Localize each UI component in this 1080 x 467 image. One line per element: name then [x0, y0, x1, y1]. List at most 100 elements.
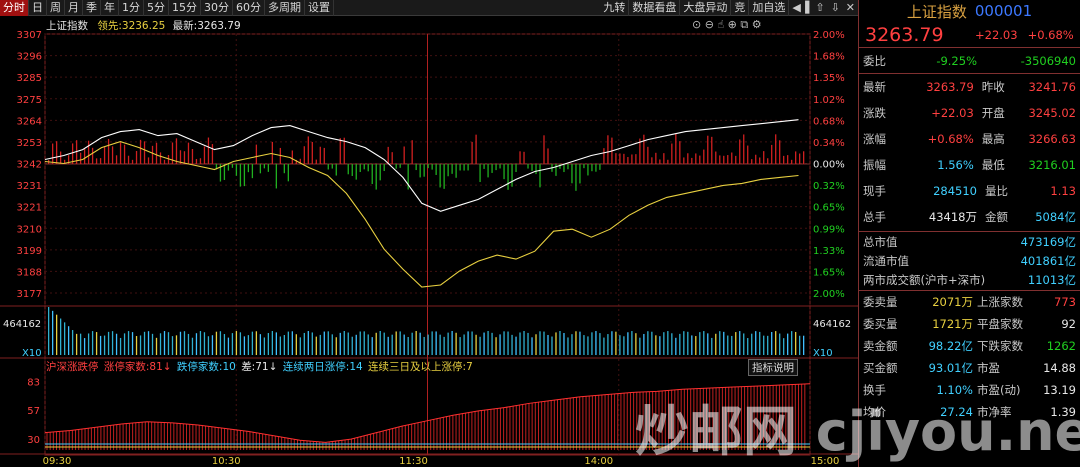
volume-bar [607, 334, 609, 355]
close-icon[interactable]: ✕ [843, 1, 858, 14]
two-day-label: 连续两日涨停: [282, 361, 350, 373]
volume-bar [787, 333, 789, 355]
breadth-bar [399, 163, 401, 168]
intraday-chart[interactable]: 3307 2.00% 3296 1.68% 3285 1.35% 3275 1.02% 3264… [0, 17, 858, 467]
quote-row: 振幅 1.56% 最低 3216.01 [859, 152, 1080, 178]
volume-bar [395, 331, 397, 355]
volume-bar [191, 337, 194, 355]
tab-year[interactable]: 年 [101, 0, 119, 16]
volume-bar [271, 331, 274, 355]
breadth-bar [455, 163, 457, 178]
auction-button[interactable]: 竞 [731, 0, 750, 16]
tab-1min[interactable]: 1分 [119, 0, 144, 16]
order-row: 卖金额 98.22亿 下跌家数 1262 [859, 335, 1080, 357]
breadth-bar [511, 163, 513, 187]
row-label: 总手 [863, 210, 886, 224]
three-day-label: 连续三日及以上涨停: [368, 361, 467, 373]
chart-settings-icon[interactable]: ⚙ [752, 18, 762, 31]
breadth-bar [635, 154, 637, 164]
volume-bar [255, 331, 258, 355]
tab-intraday[interactable]: 分时 [0, 0, 29, 16]
jiuzhuan-button[interactable]: 九转 [600, 0, 630, 16]
breadth-bar [535, 163, 537, 175]
volume-bar [571, 334, 573, 355]
breadth-bar [607, 135, 609, 164]
tab-quarter[interactable]: 季 [83, 0, 101, 16]
row-value: -9.25% [936, 53, 977, 68]
breadth-bar [411, 140, 413, 164]
breadth-bar [135, 151, 138, 164]
volume-bar [287, 331, 289, 355]
settings-button[interactable]: 设置 [305, 0, 334, 16]
volume-bar [247, 335, 250, 355]
zoom-icon[interactable]: ⊙ [692, 18, 701, 31]
volume-bar [551, 336, 553, 355]
minimize-icon[interactable]: ⊖ [705, 18, 714, 31]
tab-multi-period[interactable]: 多周期 [265, 0, 305, 16]
row-label: 买金额 [863, 361, 898, 375]
volume-bar [243, 336, 246, 355]
indicator-header: 沪深涨跌停 涨停家数:81↓ 跌停家数:10 差:71↓ 连续两日涨停:14 连… [46, 361, 473, 373]
volume-bar [339, 332, 341, 355]
quote-row: 最新 3263.79 昨收 3241.76 [859, 74, 1080, 100]
limit-down-label: 跌停家数: [176, 361, 223, 373]
breadth-bar [567, 163, 569, 170]
breadth-bar [231, 163, 234, 168]
hand-icon[interactable]: ☝ [717, 18, 724, 31]
data-board-button[interactable]: 数据看盘 [629, 0, 681, 16]
tab-month[interactable]: 月 [65, 0, 83, 16]
breadth-bar [519, 151, 521, 164]
pin-icon[interactable]: ◀▐ [789, 1, 812, 14]
volume-bar [435, 331, 437, 355]
tab-15min[interactable]: 15分 [169, 0, 201, 16]
volume-bar [227, 337, 230, 355]
tab-30min[interactable]: 30分 [201, 0, 233, 16]
tab-week[interactable]: 周 [47, 0, 65, 16]
row-value: 401861亿 [1020, 253, 1076, 268]
tab-5min[interactable]: 5分 [144, 0, 169, 16]
tab-60min[interactable]: 60分 [233, 0, 265, 16]
row-value: 473169亿 [1020, 234, 1076, 249]
volume-bar [223, 334, 226, 355]
order-row: 均价 27.24 市净率 1.39 [859, 401, 1080, 423]
breadth-bar [339, 138, 341, 164]
volume-bar [455, 332, 457, 355]
volume-bar [587, 336, 589, 355]
row-value-2: 1262 [1046, 339, 1076, 353]
quote-row: 涨幅 +0.68% 最高 3266.63 [859, 126, 1080, 152]
down-arrow-icon[interactable]: ⇩ [828, 1, 843, 14]
volume-bar [367, 334, 369, 355]
row-label: 振幅 [863, 158, 886, 172]
breadth-bar [579, 163, 581, 184]
tab-day[interactable]: 日 [29, 0, 47, 16]
breadth-bar [143, 141, 146, 164]
x-tick: 14:00 [584, 456, 613, 467]
market-alert-button[interactable]: 大盘异动 [680, 0, 732, 16]
chart-canvas[interactable]: 3307 2.00% 3296 1.68% 3285 1.35% 3275 1.02% 3264… [0, 17, 858, 467]
up-arrow-icon[interactable]: ⇧ [812, 1, 827, 14]
breadth-bar [675, 134, 677, 164]
lead-label: 领先: [97, 20, 122, 32]
breadth-bar [251, 163, 254, 179]
breadth-bar [163, 159, 166, 164]
breadth-bar [227, 163, 230, 171]
volume-bar [695, 336, 697, 355]
volume-bar [651, 331, 653, 355]
volume-bar [75, 333, 78, 355]
y-tick-left: 3221 [17, 203, 42, 214]
breadth-bar [239, 163, 242, 187]
breadth-bar [267, 163, 270, 172]
volume-bar [467, 331, 469, 355]
row-label: 涨幅 [863, 132, 886, 146]
row-value-2: 3216.01 [1028, 158, 1076, 172]
volume-bar [231, 333, 234, 355]
overlay-icon[interactable]: ⊕ [728, 18, 737, 31]
indicator-help-button[interactable]: 指标说明 [748, 359, 798, 376]
layers-icon[interactable]: ⧉ [740, 18, 748, 31]
breadth-bar [575, 163, 577, 191]
add-watchlist-button[interactable]: 加自选 [749, 0, 790, 16]
row-value: +0.68% [927, 132, 974, 146]
y-tick-left: 3275 [17, 95, 42, 106]
volume-bar [439, 334, 441, 355]
y-tick-right: 1.02% [813, 95, 845, 106]
